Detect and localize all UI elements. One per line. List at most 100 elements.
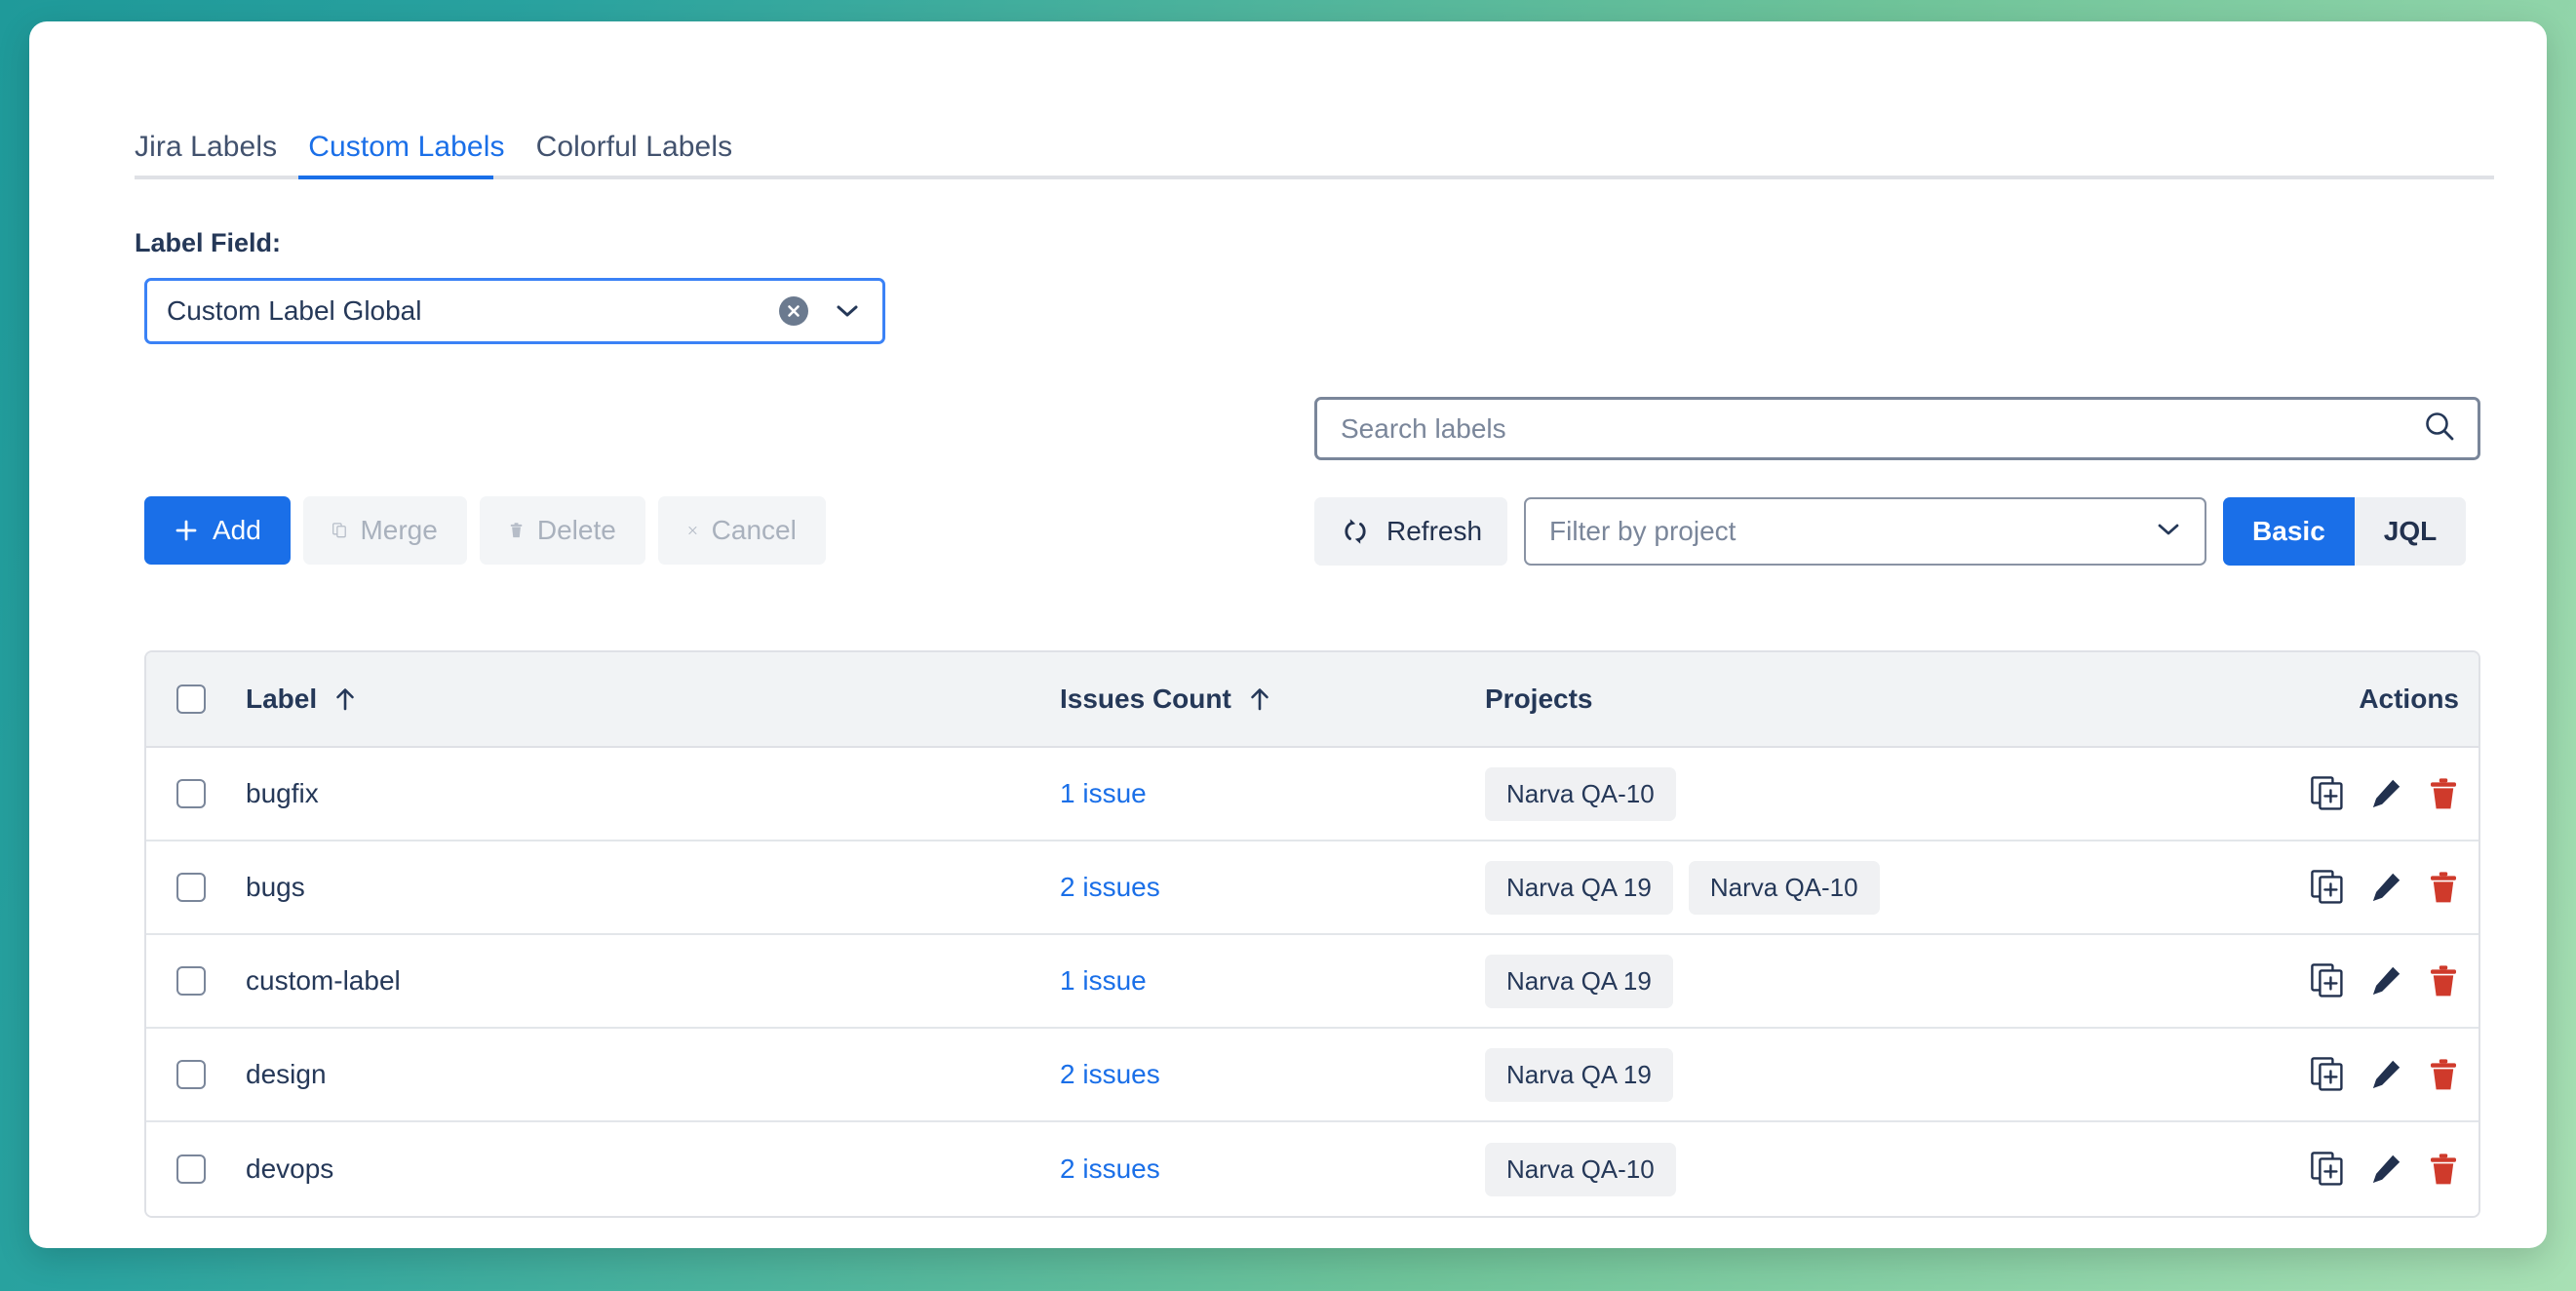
label-field-caption: Label Field: (135, 228, 281, 258)
tab-list: Jira Labels Custom Labels Colorful Label… (135, 127, 2494, 176)
delete-trash-icon[interactable] (2428, 1057, 2459, 1092)
header-issues-count-text: Issues Count (1060, 684, 1231, 715)
search-labels-box[interactable] (1314, 397, 2480, 460)
tab-custom-labels[interactable]: Custom Labels (293, 131, 520, 176)
row-checkbox[interactable] (176, 779, 206, 808)
row-actions-cell (2235, 870, 2478, 905)
edit-pencil-icon[interactable] (2369, 871, 2402, 904)
row-label-text: custom-label (246, 965, 401, 996)
select-all-checkbox[interactable] (176, 685, 206, 714)
row-label-text: bugs (246, 872, 305, 902)
delete-trash-icon[interactable] (2428, 963, 2459, 998)
merge-button-label: Merge (360, 515, 437, 546)
bulk-action-toolbar: Add Merge Delete Cancel (144, 496, 826, 565)
tab-jira-labels[interactable]: Jira Labels (135, 131, 293, 176)
search-icon[interactable] (2423, 410, 2456, 448)
copy-add-icon[interactable] (2311, 870, 2344, 905)
row-checkbox[interactable] (176, 1060, 206, 1089)
table-row[interactable]: bugs 2 issues Narva QA 19 Narva QA-10 (146, 841, 2478, 935)
row-projects-cell: Narva QA-10 (1479, 767, 2235, 821)
add-button[interactable]: Add (144, 496, 291, 565)
row-label-text: bugfix (246, 778, 319, 808)
table-row[interactable]: design 2 issues Narva QA 19 (146, 1029, 2478, 1122)
delete-trash-icon[interactable] (2428, 1152, 2459, 1187)
tab-bar: Jira Labels Custom Labels Colorful Label… (135, 127, 2494, 179)
edit-pencil-icon[interactable] (2369, 1153, 2402, 1186)
delete-trash-icon[interactable] (2428, 870, 2459, 905)
copy-icon (332, 516, 347, 545)
delete-button[interactable]: Delete (480, 496, 645, 565)
row-issues-count-cell: 1 issue (1060, 965, 1479, 997)
cancel-button-label: Cancel (712, 515, 797, 546)
chevron-down-icon[interactable] (834, 302, 861, 320)
row-issues-count-link[interactable]: 2 issues (1060, 1059, 1160, 1089)
chevron-down-icon[interactable] (2156, 522, 2181, 542)
row-actions-cell (2235, 963, 2478, 998)
sort-by-issues-count[interactable]: Issues Count (1060, 684, 1272, 715)
header-label-text: Label (246, 684, 317, 715)
row-select-cell (146, 873, 236, 902)
row-select-cell (146, 966, 236, 996)
copy-add-icon[interactable] (2311, 1057, 2344, 1092)
add-button-label: Add (213, 515, 261, 546)
mode-basic-button[interactable]: Basic (2223, 497, 2355, 566)
row-checkbox[interactable] (176, 966, 206, 996)
tab-divider (135, 176, 2494, 179)
header-projects-cell: Projects (1479, 684, 2235, 715)
delete-button-label: Delete (537, 515, 616, 546)
row-projects-cell: Narva QA 19 Narva QA-10 (1479, 861, 2235, 915)
row-issues-count-cell: 2 issues (1060, 872, 1479, 903)
table-row[interactable]: bugfix 1 issue Narva QA-10 (146, 748, 2478, 841)
clear-circle-icon[interactable] (779, 296, 808, 326)
sort-by-label[interactable]: Label (246, 684, 358, 715)
row-projects-cell: Narva QA 19 (1479, 955, 2235, 1008)
row-select-cell (146, 779, 236, 808)
refresh-button-label: Refresh (1386, 516, 1482, 547)
cancel-button[interactable]: Cancel (658, 496, 826, 565)
header-actions-cell: Actions (2235, 684, 2478, 715)
edit-pencil-icon[interactable] (2369, 777, 2402, 810)
mode-jql-button[interactable]: JQL (2355, 497, 2466, 566)
row-select-cell (146, 1154, 236, 1184)
header-issues-count-cell: Issues Count (1060, 684, 1479, 715)
copy-add-icon[interactable] (2311, 776, 2344, 811)
refresh-button[interactable]: Refresh (1314, 497, 1507, 566)
merge-button[interactable]: Merge (303, 496, 467, 565)
project-badge: Narva QA-10 (1485, 1143, 1676, 1196)
edit-pencil-icon[interactable] (2369, 964, 2402, 998)
row-label-cell: bugs (236, 872, 1060, 903)
project-badge: Narva QA 19 (1485, 861, 1673, 915)
row-issues-count-link[interactable]: 2 issues (1060, 1154, 1160, 1184)
app-card: Jira Labels Custom Labels Colorful Label… (29, 21, 2547, 1248)
row-issues-count-link[interactable]: 2 issues (1060, 872, 1160, 902)
table-body: bugfix 1 issue Narva QA-10 (146, 748, 2478, 1216)
arrow-up-icon (332, 685, 358, 713)
table-row[interactable]: devops 2 issues Narva QA-10 (146, 1122, 2478, 1216)
row-issues-count-cell: 1 issue (1060, 778, 1479, 809)
row-checkbox[interactable] (176, 1154, 206, 1184)
delete-trash-icon[interactable] (2428, 776, 2459, 811)
refresh-icon (1340, 516, 1371, 547)
header-label-cell: Label (236, 684, 1060, 715)
row-projects-cell: Narva QA 19 (1479, 1048, 2235, 1102)
project-badge: Narva QA-10 (1689, 861, 1880, 915)
close-x-icon (687, 517, 698, 544)
row-project-badges: Narva QA 19 (1485, 955, 2235, 1008)
copy-add-icon[interactable] (2311, 1152, 2344, 1187)
label-field-select[interactable]: Custom Label Global (144, 278, 885, 344)
edit-pencil-icon[interactable] (2369, 1058, 2402, 1091)
select-all-cell (146, 685, 236, 714)
row-issues-count-link[interactable]: 1 issue (1060, 965, 1147, 996)
row-checkbox[interactable] (176, 873, 206, 902)
table-row[interactable]: custom-label 1 issue Narva QA 19 (146, 935, 2478, 1029)
search-input[interactable] (1341, 413, 2423, 445)
project-badge: Narva QA 19 (1485, 955, 1673, 1008)
copy-add-icon[interactable] (2311, 963, 2344, 998)
row-issues-count-link[interactable]: 1 issue (1060, 778, 1147, 808)
row-actions-cell (2235, 1057, 2478, 1092)
project-filter-select[interactable]: Filter by project (1524, 497, 2206, 566)
project-filter-placeholder: Filter by project (1549, 516, 2156, 547)
row-project-badges: Narva QA 19 (1485, 1048, 2235, 1102)
row-project-badges: Narva QA 19 Narva QA-10 (1485, 861, 2235, 915)
tab-colorful-labels[interactable]: Colorful Labels (521, 131, 749, 176)
